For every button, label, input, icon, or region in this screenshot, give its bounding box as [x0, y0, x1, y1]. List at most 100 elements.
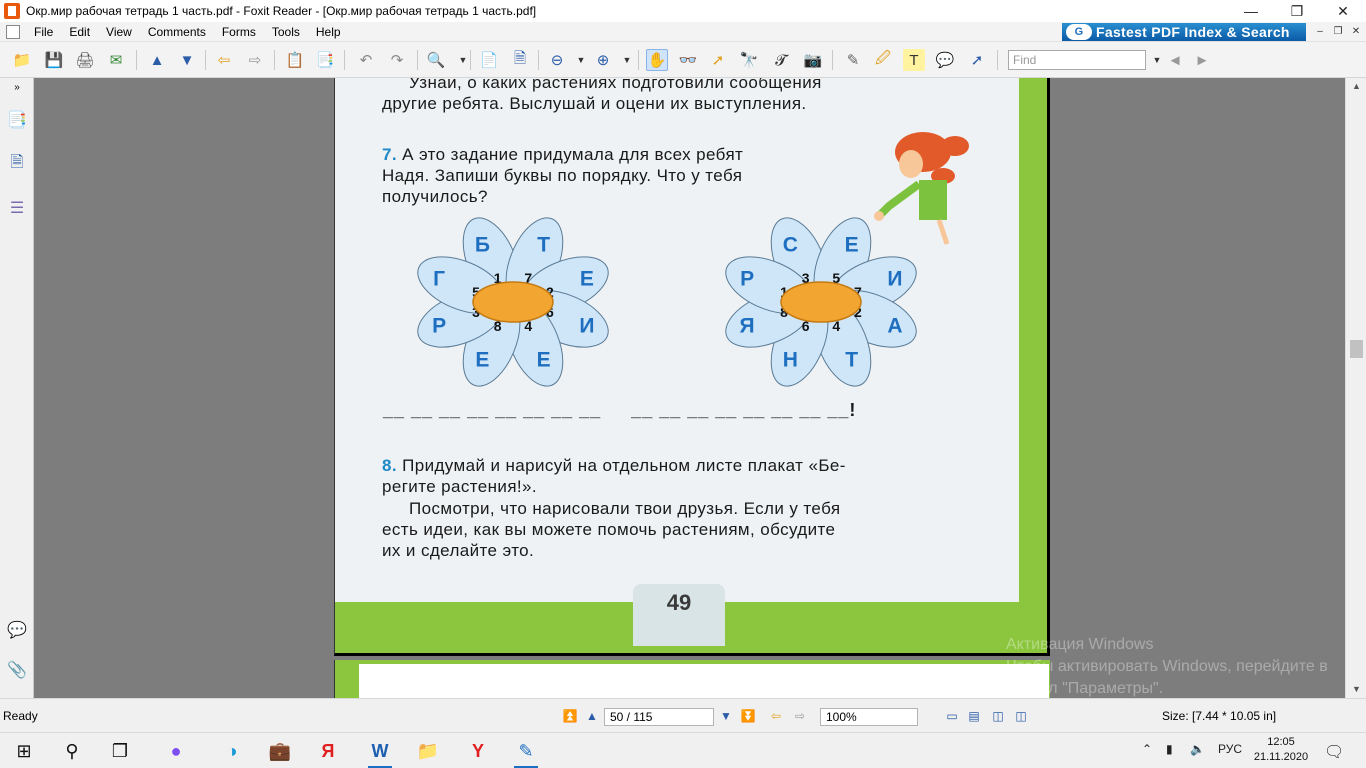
- zoom-in-icon[interactable]: ⊕: [592, 49, 614, 71]
- task-view-icon[interactable]: ❐: [106, 737, 134, 765]
- continuous-page-icon[interactable]: ▤: [966, 708, 982, 724]
- flower-2-center: [780, 281, 862, 323]
- select-text-icon[interactable]: 𝓣: [770, 49, 792, 71]
- comments-panel-icon[interactable]: 💬: [7, 618, 27, 642]
- menu-forms[interactable]: Forms: [214, 22, 264, 42]
- close-button[interactable]: ✕: [1320, 0, 1366, 22]
- system-clock[interactable]: 12:05 21.11.2020: [1246, 735, 1316, 765]
- task8-line-2: регите растения!».: [382, 477, 538, 496]
- snapshot-camera-icon[interactable]: 📷: [802, 49, 824, 71]
- flower-1-petal-letter: Г: [433, 267, 445, 290]
- stamp-icon[interactable]: ✎: [842, 49, 864, 71]
- insert-pages-icon[interactable]: 📑: [314, 49, 336, 71]
- redo-icon[interactable]: ↷: [386, 49, 408, 71]
- scroll-thumb[interactable]: [1350, 340, 1363, 358]
- typewriter-icon[interactable]: T: [903, 49, 925, 71]
- watermark-line-2: Чтобы активировать Windows, перейдите в: [1006, 658, 1328, 675]
- fit-width-icon[interactable]: 🗎: [509, 49, 531, 71]
- show-hidden-icons-icon[interactable]: ⌃: [1142, 742, 1152, 756]
- undo-icon[interactable]: ↶: [355, 49, 377, 71]
- notifications-icon[interactable]: 🗨: [1324, 742, 1344, 762]
- fit-page-icon[interactable]: 📄: [478, 49, 500, 71]
- flower-2-petal-letter: С: [783, 234, 798, 257]
- yandex-browser-icon[interactable]: Я: [314, 737, 342, 765]
- language-indicator[interactable]: РУС: [1218, 742, 1242, 756]
- flower-1-puzzle: Б1Т7 Е2И6Е4Е8Р3Г5: [417, 217, 609, 387]
- windows-start-icon[interactable]: ⊞: [10, 737, 38, 765]
- next-view-icon[interactable]: ⇨: [792, 708, 808, 724]
- find-binoculars-icon[interactable]: 🔭: [738, 49, 760, 71]
- yandex-icon[interactable]: Y: [464, 737, 492, 765]
- menu-view[interactable]: View: [98, 22, 140, 42]
- print-icon[interactable]: 🖨: [74, 49, 96, 71]
- zoom-in-dropdown-icon[interactable]: ▼: [616, 49, 638, 71]
- email-icon[interactable]: ✉: [105, 49, 127, 71]
- answer-blanks: __ __ __ __ __ __ __ __ __ __ __ __ __ _…: [383, 400, 857, 420]
- flower-2-petal-letter: Р: [740, 267, 754, 290]
- previous-view-icon[interactable]: ⇦: [768, 708, 784, 724]
- select-arrow-icon[interactable]: ➚: [707, 49, 729, 71]
- back-arrow-icon[interactable]: ⇦: [213, 49, 235, 71]
- pencil-icon[interactable]: 🖉: [872, 49, 894, 71]
- find-input[interactable]: Find: [1008, 50, 1146, 70]
- page-number-field[interactable]: 50 / 115: [604, 708, 714, 726]
- find-previous-icon[interactable]: ◄: [1164, 49, 1186, 71]
- layers-icon[interactable]: ☰: [7, 196, 27, 220]
- word-icon[interactable]: W: [366, 737, 394, 768]
- pages-thumbnails-icon[interactable]: 🗎: [7, 152, 27, 176]
- file-explorer-icon[interactable]: 📁: [414, 737, 442, 765]
- zoom-out-icon[interactable]: ⊖: [546, 49, 568, 71]
- facing-pages-icon[interactable]: ◫: [990, 708, 1006, 724]
- menu-file[interactable]: File: [26, 22, 61, 42]
- battery-icon[interactable]: ▮: [1166, 742, 1173, 756]
- menu-comments[interactable]: Comments: [140, 22, 214, 42]
- edge-browser-icon[interactable]: ◑: [218, 737, 246, 765]
- fastest-pdf-ad-banner[interactable]: G Fastest PDF Index & Search: [1062, 23, 1306, 41]
- extract-pages-icon[interactable]: 📋: [284, 49, 306, 71]
- flower-2-petal-letter: Т: [845, 348, 858, 371]
- menu-edit[interactable]: Edit: [61, 22, 98, 42]
- doc-minimize-button[interactable]: –: [1313, 25, 1327, 39]
- flower-2-petal-letter: Н: [783, 348, 798, 371]
- attachments-icon[interactable]: 📎: [7, 658, 27, 682]
- single-page-icon[interactable]: ▭: [944, 708, 960, 724]
- first-page-icon[interactable]: ⏫: [562, 708, 578, 724]
- store-icon[interactable]: 💼: [266, 737, 294, 765]
- previous-page-icon[interactable]: ▲: [146, 49, 168, 71]
- save-icon[interactable]: 💾: [43, 49, 65, 71]
- volume-icon[interactable]: 🔈: [1190, 742, 1205, 756]
- scroll-down-arrow-icon[interactable]: ▼: [1346, 681, 1366, 698]
- restore-button[interactable]: ❐: [1274, 0, 1320, 22]
- task7-line-3: получилось?: [382, 187, 488, 206]
- vertical-scrollbar[interactable]: ▲ ▼: [1345, 78, 1366, 698]
- search-icon[interactable]: ⚲: [58, 737, 86, 765]
- page-number: 49: [666, 590, 692, 615]
- foxit-reader-taskbar-icon[interactable]: ✎: [512, 737, 540, 768]
- hand-tool-icon[interactable]: ✋: [646, 49, 668, 71]
- open-icon[interactable]: 📁: [11, 49, 33, 71]
- document-viewport[interactable]: Узнай, о каких растениях подготовили соо…: [34, 78, 1345, 698]
- zoom-icon[interactable]: 🔍: [425, 49, 447, 71]
- snapshot-glasses-icon[interactable]: 👓: [677, 49, 699, 71]
- minimize-button[interactable]: —: [1228, 0, 1274, 22]
- continuous-facing-icon[interactable]: ◫: [1013, 708, 1029, 724]
- forward-arrow-icon[interactable]: ⇨: [244, 49, 266, 71]
- find-next-icon[interactable]: ►: [1191, 49, 1213, 71]
- menu-help[interactable]: Help: [308, 22, 349, 42]
- alice-assistant-icon[interactable]: ●: [162, 737, 190, 765]
- menu-tools[interactable]: Tools: [264, 22, 308, 42]
- bookmarks-icon[interactable]: 📑: [7, 108, 27, 132]
- doc-restore-button[interactable]: ❐: [1331, 25, 1345, 39]
- next-page-icon[interactable]: ▼: [176, 49, 198, 71]
- expand-panel-icon[interactable]: »: [7, 80, 27, 94]
- doc-close-button[interactable]: ✕: [1349, 25, 1363, 39]
- next-page-status-icon[interactable]: ▼: [718, 708, 734, 724]
- prev-page-status-icon[interactable]: ▲: [584, 708, 600, 724]
- comment-note-icon[interactable]: 💬: [934, 49, 956, 71]
- last-page-icon[interactable]: ⏬: [740, 708, 756, 724]
- zoom-level-field[interactable]: 100%: [820, 708, 918, 726]
- zoom-out-dropdown-icon[interactable]: ▼: [570, 49, 592, 71]
- task7-text-1: А это задание придумала для всех ребят: [402, 145, 744, 164]
- scroll-up-arrow-icon[interactable]: ▲: [1346, 78, 1366, 95]
- arrow-line-icon[interactable]: ➚: [966, 49, 988, 71]
